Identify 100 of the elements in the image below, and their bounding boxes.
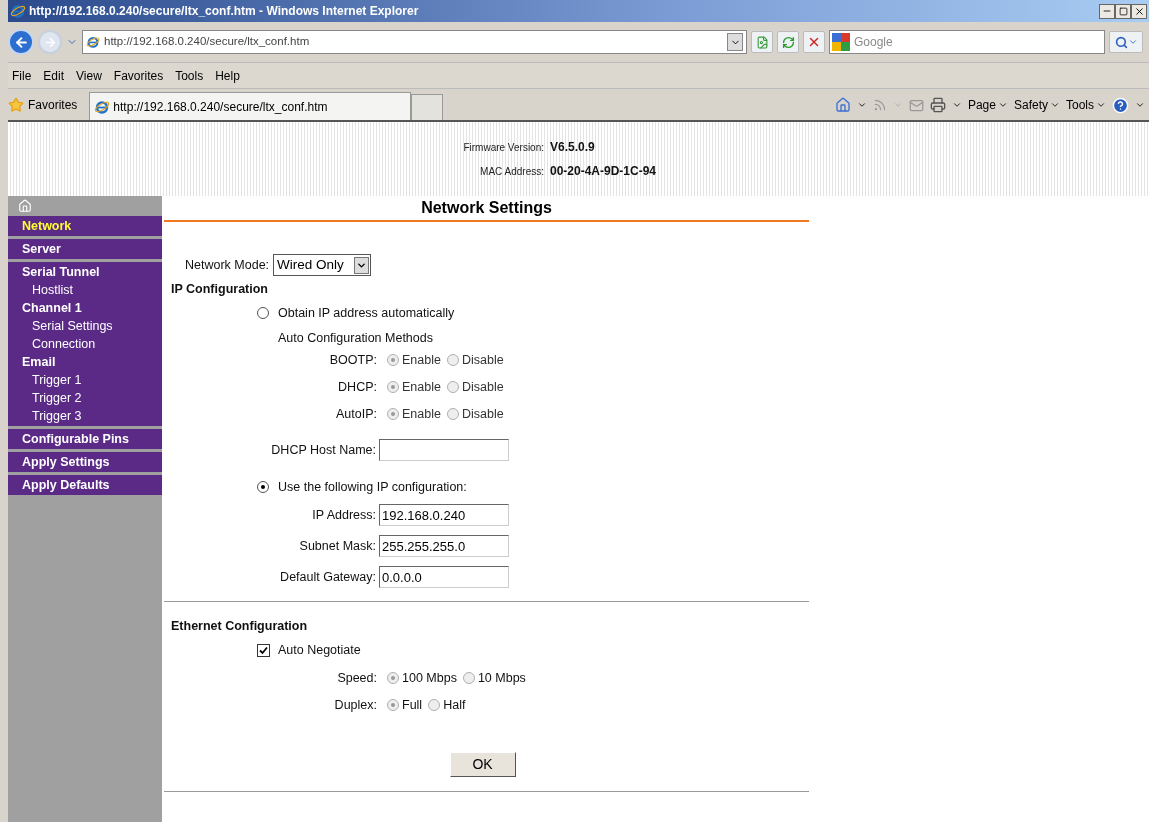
close-button[interactable] xyxy=(1131,3,1147,19)
search-input[interactable]: Google xyxy=(854,33,1102,51)
command-menu-button[interactable]: Page xyxy=(967,96,1008,114)
window-title: http://192.168.0.240/secure/ltx_conf.htm - Windows Internet Explorer xyxy=(29,3,419,20)
field-label: Duplex: xyxy=(333,696,377,714)
caret-icon xyxy=(997,100,1008,110)
section-title: IP Configuration xyxy=(170,281,269,298)
star-icon xyxy=(8,97,24,113)
text-field[interactable]: 0.0.0.0 xyxy=(379,566,509,588)
ok-button[interactable]: OK xyxy=(449,752,516,777)
nav-link[interactable]: Server xyxy=(8,240,162,258)
field-label: Speed: xyxy=(336,669,377,687)
maximize-button[interactable] xyxy=(1115,3,1131,19)
nav-link[interactable]: Trigger 1 xyxy=(8,371,162,389)
info-value: 00-20-4A-9D-1C-94 xyxy=(550,163,657,180)
favorites-button[interactable]: Favorites xyxy=(28,96,78,114)
page-title: Network Settings xyxy=(421,198,552,218)
command-menu-button[interactable]: Tools xyxy=(1066,96,1106,114)
radio-button[interactable] xyxy=(257,481,269,493)
nav-link[interactable]: Trigger 2 xyxy=(8,389,162,407)
menu-item[interactable]: File xyxy=(8,66,36,85)
maximize-icon xyxy=(1118,6,1128,16)
address-field[interactable]: http://192.168.0.240/secure/ltx_conf.htm xyxy=(82,30,747,54)
minimize-button[interactable] xyxy=(1099,3,1115,19)
info-label: MAC Address: xyxy=(479,164,544,179)
radio-label: 100 Mbps xyxy=(402,669,457,687)
caret-icon xyxy=(1096,100,1106,110)
info-value: V6.5.0.9 xyxy=(550,139,595,156)
home-icon[interactable] xyxy=(18,199,32,213)
stop-button[interactable] xyxy=(803,31,825,53)
nav-link[interactable]: Email xyxy=(8,353,162,371)
checkbox-label: Auto Negotiate xyxy=(278,641,361,659)
nav-link[interactable]: Connection xyxy=(8,335,162,353)
radio-label: Half xyxy=(443,696,466,714)
print-icon[interactable] xyxy=(929,97,946,113)
nav-link[interactable]: Apply Defaults xyxy=(8,476,162,494)
radio-label: Use the following IP configuration: xyxy=(278,478,467,496)
field-label: Subnet Mask: xyxy=(298,537,377,555)
field-label: IP Address: xyxy=(311,506,377,524)
radio-label: Enable xyxy=(402,405,441,423)
menu-item[interactable]: Favorites xyxy=(109,66,168,85)
radio-label: Enable xyxy=(402,378,441,396)
group-title: Auto Configuration Methods xyxy=(277,330,434,347)
feed-icon[interactable] xyxy=(872,98,887,112)
info-label: Firmware Version: xyxy=(462,140,544,155)
address-text: http://192.168.0.240/secure/ltx_conf.htm xyxy=(104,34,311,50)
nav-link[interactable]: Network xyxy=(8,217,162,235)
radio-label: Enable xyxy=(402,351,441,369)
menu-item[interactable]: Tools xyxy=(171,66,208,85)
menu-item[interactable]: View xyxy=(72,66,106,85)
browser-logo-icon xyxy=(94,98,111,115)
mail-icon[interactable] xyxy=(908,97,924,113)
radio-label: Disable xyxy=(461,378,504,396)
compatibility-button[interactable] xyxy=(751,31,773,53)
new-tab-button[interactable] xyxy=(411,94,444,120)
radio-label: Obtain IP address automatically xyxy=(278,304,455,322)
nav-link[interactable]: Serial Tunnel xyxy=(8,263,162,281)
field-label: DHCP Host Name: xyxy=(270,441,377,459)
field-label: DHCP: xyxy=(337,378,377,396)
network-mode-select[interactable]: Wired Only xyxy=(273,254,372,276)
command-menu-button[interactable]: Safety xyxy=(1013,96,1060,114)
caret-icon xyxy=(1127,37,1138,47)
nav-link[interactable]: Channel 1 xyxy=(8,299,162,317)
home-icon[interactable] xyxy=(834,97,851,113)
nav-link[interactable]: Hostlist xyxy=(8,281,162,299)
field-label: BOOTP: xyxy=(328,351,377,369)
field-label: Network Mode: xyxy=(185,256,270,274)
field-label: Default Gateway: xyxy=(279,568,377,586)
nav-link[interactable]: Trigger 3 xyxy=(8,407,162,425)
search-field[interactable]: Google xyxy=(829,30,1105,54)
nav-link[interactable]: Serial Settings xyxy=(8,317,162,335)
caret-icon[interactable] xyxy=(1135,100,1145,110)
radio-button[interactable] xyxy=(257,307,269,319)
menu-item[interactable]: Help xyxy=(211,66,244,85)
browser-tab[interactable]: http://192.168.0.240/secure/ltx_conf.htm xyxy=(89,92,412,120)
search-provider-icon xyxy=(832,33,850,51)
browser-logo-icon xyxy=(10,3,26,19)
text-field[interactable]: 255.255.255.0 xyxy=(379,535,509,557)
stop-icon xyxy=(807,35,821,49)
close-icon xyxy=(1133,5,1145,17)
page-icon xyxy=(755,35,769,49)
caret-icon xyxy=(1050,100,1060,110)
nav-link[interactable]: Apply Settings xyxy=(8,453,162,471)
help-icon[interactable] xyxy=(1112,96,1129,114)
dropdown-button[interactable] xyxy=(727,33,743,51)
radio-label: Full xyxy=(402,696,423,714)
back-button[interactable] xyxy=(8,29,34,55)
host-name-field[interactable] xyxy=(379,439,509,461)
menu-item[interactable]: Edit xyxy=(39,66,69,85)
nav-link[interactable]: Configurable Pins xyxy=(8,430,162,448)
radio-label: Disable xyxy=(461,405,504,423)
caret-icon[interactable] xyxy=(856,100,867,110)
search-button[interactable] xyxy=(1109,31,1143,53)
browser-logo-icon xyxy=(86,35,100,49)
refresh-button[interactable] xyxy=(777,31,799,53)
refresh-icon xyxy=(781,35,795,49)
arrow-right-icon xyxy=(43,35,57,49)
section-title: Ethernet Configuration xyxy=(170,618,309,635)
caret-icon[interactable] xyxy=(951,100,962,110)
text-field[interactable]: 192.168.0.240 xyxy=(379,504,509,526)
